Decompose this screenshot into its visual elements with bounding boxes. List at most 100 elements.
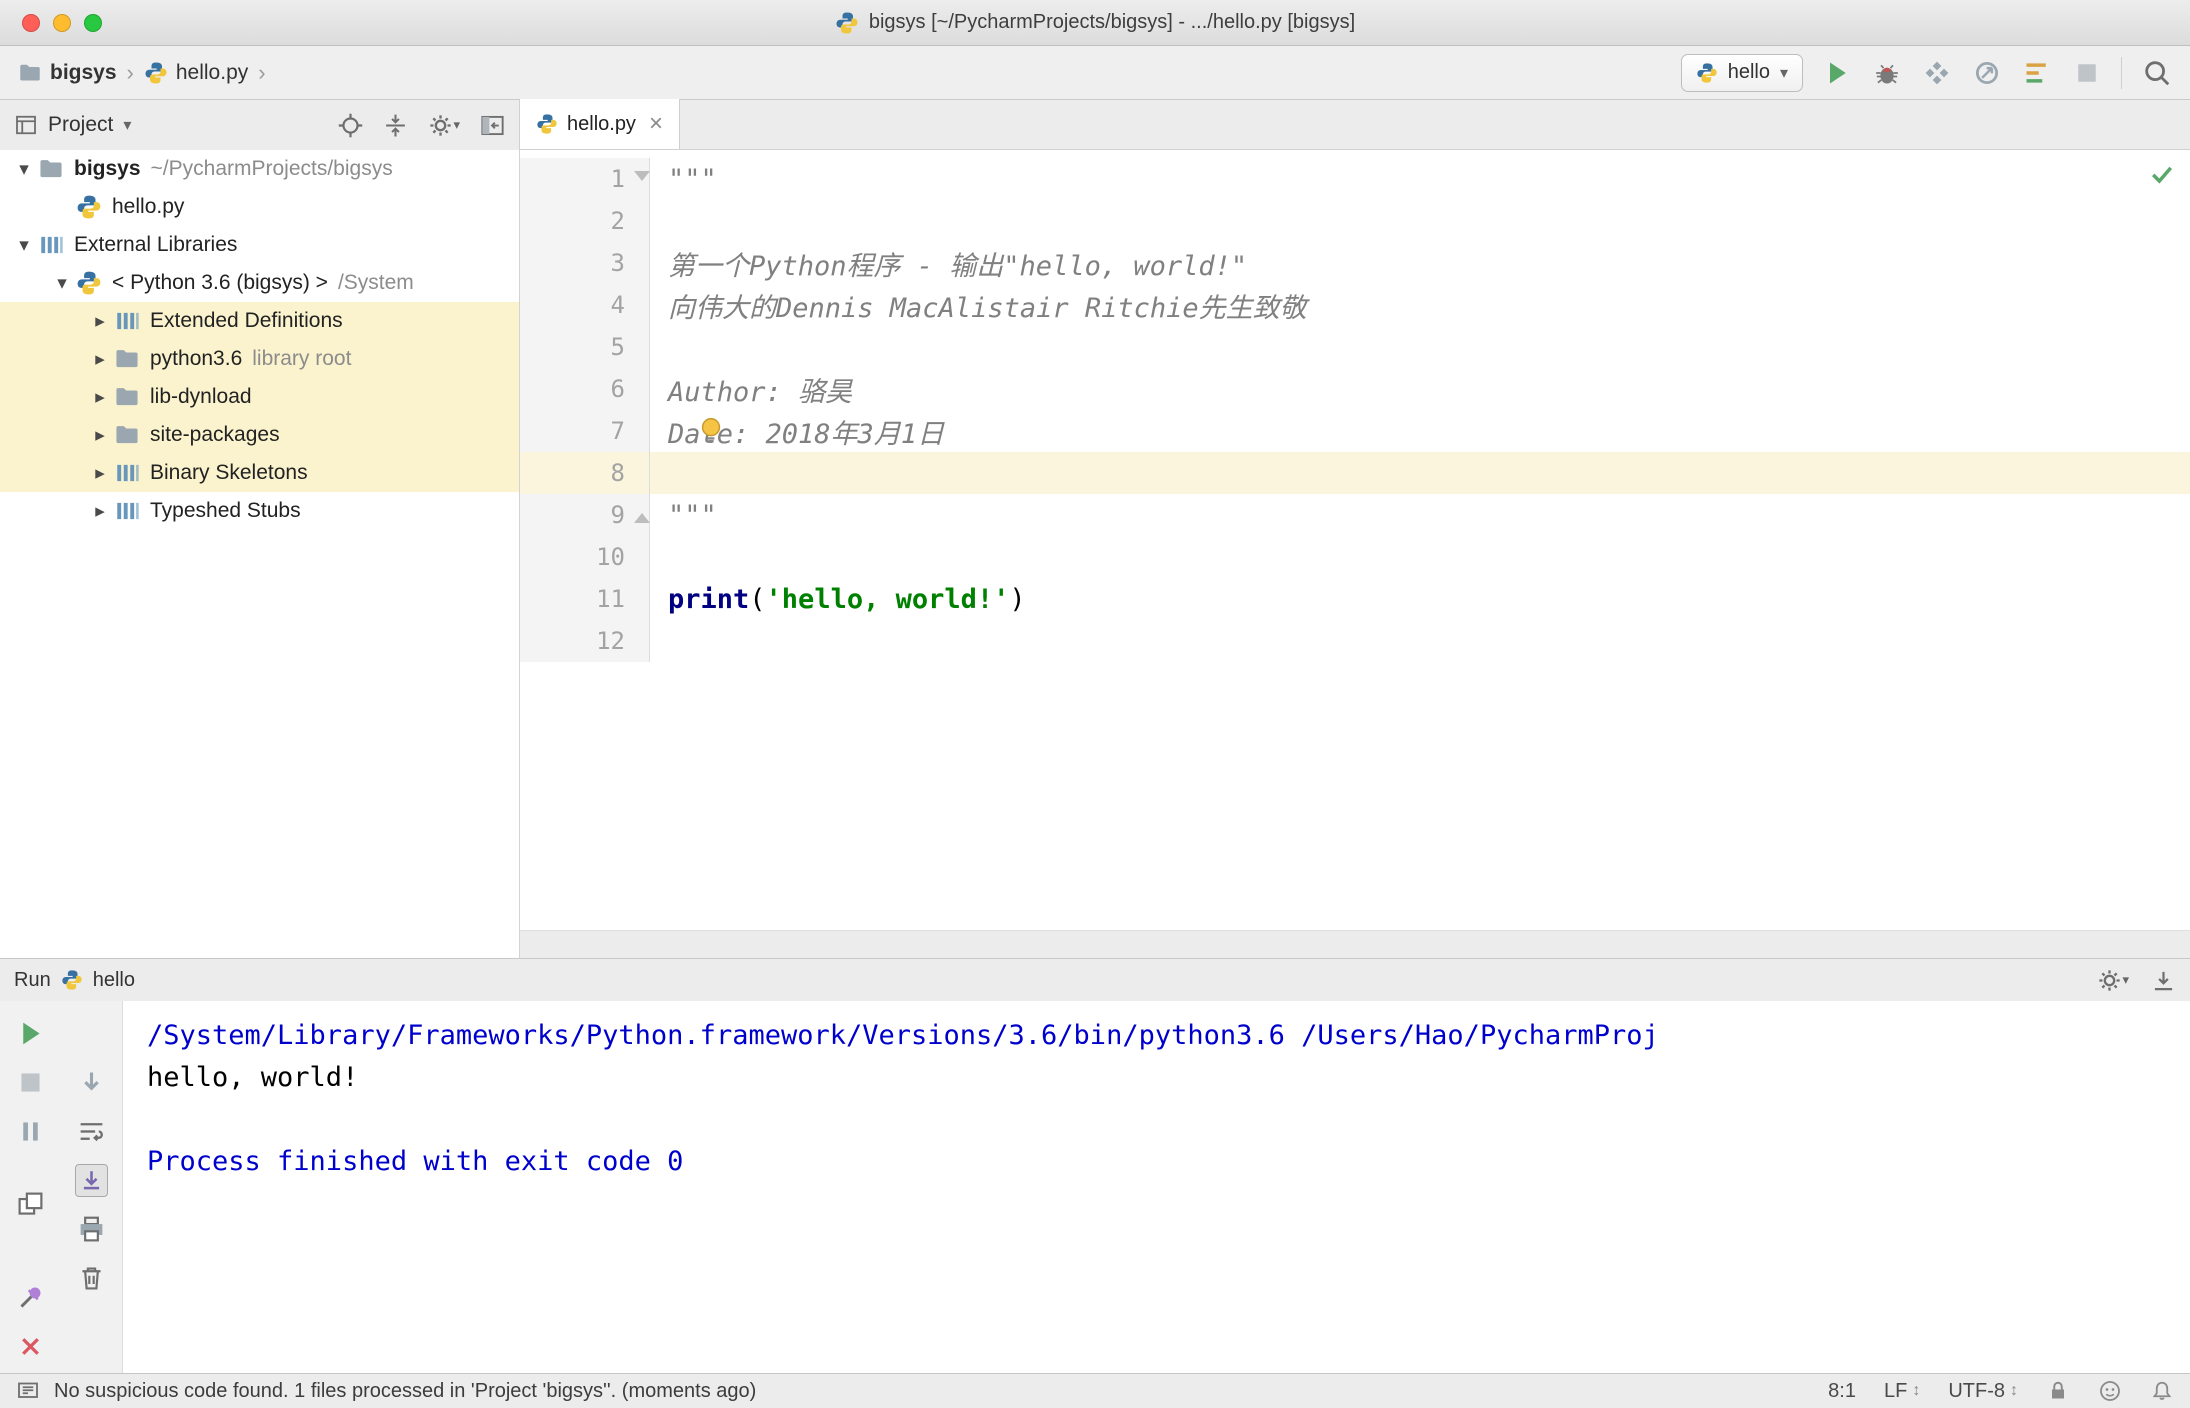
close-icon[interactable]	[14, 1330, 47, 1363]
code-text: """	[668, 163, 717, 195]
print-icon[interactable]	[75, 1213, 108, 1246]
pin-icon[interactable]	[14, 1281, 47, 1314]
coverage-button[interactable]	[1923, 59, 1951, 87]
code-line-5[interactable]: 5	[520, 326, 2190, 368]
scroll-down-icon[interactable]	[75, 1066, 108, 1099]
caret-position-widget[interactable]: 8:1	[1828, 1380, 1856, 1403]
tree-item-external-libraries[interactable]: ▾ External Libraries	[0, 226, 519, 264]
notifications-icon[interactable]	[2150, 1379, 2174, 1403]
editor-scrollbar-track[interactable]	[520, 930, 2190, 958]
line-number[interactable]: 4	[520, 284, 650, 326]
line-number[interactable]: 3	[520, 242, 650, 284]
expand-arrow-icon[interactable]: ▸	[86, 424, 114, 447]
tree-item-python3.6[interactable]: ▸ python3.6 library root	[0, 340, 519, 378]
code-line-7[interactable]: 7 Date: 2018年3月1日	[520, 410, 2190, 452]
code-line-6[interactable]: 6 Author: 骆昊	[520, 368, 2190, 410]
expand-arrow-icon[interactable]: ▾	[10, 234, 38, 257]
line-number[interactable]: 7	[520, 410, 650, 452]
debug-button[interactable]	[1873, 59, 1901, 87]
expand-arrow-icon[interactable]: ▸	[86, 348, 114, 371]
panel-settings-button[interactable]: ▾	[428, 113, 460, 138]
inspections-ok-icon[interactable]	[2148, 160, 2176, 188]
editor-tab-hello-py[interactable]: hello.py ×	[519, 99, 680, 149]
run-console[interactable]: /System/Library/Frameworks/Python.framew…	[123, 1001, 2190, 1373]
run-button[interactable]	[1823, 59, 1851, 87]
line-number[interactable]: 1	[520, 158, 650, 200]
hide-panel-icon[interactable]	[480, 113, 505, 138]
breadcrumb-hello-py[interactable]: hello.py	[144, 61, 248, 85]
scroll-end-icon[interactable]	[75, 1164, 108, 1197]
code-line-4[interactable]: 4 向伟大的Dennis MacAlistair Ritchie先生致敬	[520, 284, 2190, 326]
minimize-window-button[interactable]	[53, 13, 71, 32]
line-number[interactable]: 11	[520, 578, 650, 620]
breadcrumb-bigsys[interactable]: bigsys	[18, 61, 117, 85]
code-line-2[interactable]: 2	[520, 200, 2190, 242]
code-line-10[interactable]: 10	[520, 536, 2190, 578]
locate-file-icon[interactable]	[338, 113, 363, 138]
hide-tool-window-icon[interactable]	[2151, 968, 2176, 993]
line-number[interactable]: 9	[520, 494, 650, 536]
clear-icon[interactable]	[75, 1262, 108, 1295]
editor-tab-bar: hello.py ×	[519, 99, 2190, 150]
tree-item-python-3.6-bigsys[interactable]: ▾ < Python 3.6 (bigsys) > /System	[0, 264, 519, 302]
line-number[interactable]: 6	[520, 368, 650, 410]
breadcrumb: bigsys › hello.py ›	[18, 60, 268, 86]
chevron-down-icon[interactable]: ▾	[123, 115, 131, 135]
expand-arrow-icon[interactable]: ▾	[48, 272, 76, 295]
line-number[interactable]: 2	[520, 200, 650, 242]
fold-marker-icon[interactable]	[634, 171, 650, 181]
project-panel-title[interactable]: Project	[48, 113, 113, 137]
code-line-11[interactable]: 11 print('hello, world!')	[520, 578, 2190, 620]
tree-item-site-packages[interactable]: ▸ site-packages	[0, 416, 519, 454]
stop-button[interactable]	[2073, 59, 2101, 87]
run-panel-title[interactable]: Run	[14, 969, 51, 992]
tree-item-lib-dynload[interactable]: ▸ lib-dynload	[0, 378, 519, 416]
line-number[interactable]: 8	[520, 452, 650, 494]
close-tab-icon[interactable]: ×	[649, 112, 663, 136]
collapse-all-icon[interactable]	[383, 113, 408, 138]
updown-icon: ↕	[1912, 1382, 1921, 1399]
soft-wrap-icon[interactable]	[75, 1115, 108, 1148]
expand-arrow-icon[interactable]: ▸	[86, 462, 114, 485]
code-line-9[interactable]: 9 """	[520, 494, 2190, 536]
run-config-selector[interactable]: hello ▾	[1680, 53, 1803, 92]
intention-bulb-icon[interactable]	[696, 415, 726, 445]
run-settings-button[interactable]: ▾	[2097, 968, 2129, 993]
line-separator-widget[interactable]: LF ↕	[1884, 1380, 1920, 1403]
line-number[interactable]: 12	[520, 620, 650, 662]
tree-item-extended-definitions[interactable]: ▸ Extended Definitions	[0, 302, 519, 340]
stop-icon[interactable]	[14, 1066, 47, 1099]
expand-arrow-icon[interactable]: ▸	[86, 500, 114, 523]
encoding-widget[interactable]: UTF-8 ↕	[1948, 1380, 2018, 1403]
gear-icon	[2097, 968, 2122, 993]
code-line-12[interactable]: 12	[520, 620, 2190, 662]
rerun-icon[interactable]	[14, 1017, 47, 1050]
fold-marker-icon[interactable]	[634, 513, 650, 523]
tree-item-binary-skeletons[interactable]: ▸ Binary Skeletons	[0, 454, 519, 492]
search-everywhere-icon[interactable]	[2142, 58, 2172, 88]
code-line-8[interactable]: 8	[520, 452, 2190, 494]
tool-window-switcher-icon[interactable]	[16, 1379, 40, 1403]
run-toolbar	[0, 1001, 123, 1404]
expand-arrow-icon[interactable]: ▸	[86, 310, 114, 333]
hector-inspector-icon[interactable]	[2098, 1379, 2122, 1403]
line-number[interactable]: 5	[520, 326, 650, 368]
run-tab-label[interactable]: hello	[93, 969, 135, 992]
tree-item-bigsys[interactable]: ▾ bigsys ~/PycharmProjects/bigsys	[0, 150, 519, 188]
expand-arrow-icon[interactable]: ▾	[10, 158, 38, 181]
code-line-1[interactable]: 1 """	[520, 158, 2190, 200]
coverage-report-button[interactable]	[2023, 59, 2051, 87]
tree-item-hello.py[interactable]: hello.py	[0, 188, 519, 226]
close-window-button[interactable]	[22, 13, 40, 32]
code-editor[interactable]: 1 """ 2 3 第一个Python程序 - 输出"hello, world!" 4 向伟…	[520, 150, 2190, 930]
line-number[interactable]: 10	[520, 536, 650, 578]
expand-arrow-icon[interactable]: ▸	[86, 386, 114, 409]
profiler-button[interactable]	[1973, 59, 2001, 87]
pause-icon[interactable]	[14, 1115, 47, 1148]
zoom-window-button[interactable]	[84, 13, 102, 32]
tree-item-typeshed-stubs[interactable]: ▸ Typeshed Stubs	[0, 492, 519, 530]
restore-layout-icon[interactable]	[14, 1188, 47, 1221]
lock-icon[interactable]	[2046, 1379, 2070, 1403]
code-line-3[interactable]: 3 第一个Python程序 - 输出"hello, world!"	[520, 242, 2190, 284]
code-text: """	[668, 499, 717, 531]
